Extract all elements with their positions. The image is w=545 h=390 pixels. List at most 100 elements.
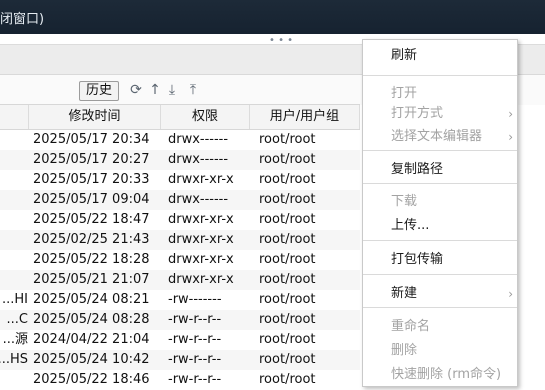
menu-item-label: 复制路径 <box>391 162 444 177</box>
owner-cell: root/root <box>259 332 316 347</box>
table-row[interactable]: 2025/05/22 18:46 -rw-r--r-- root/root <box>0 370 360 390</box>
permissions-cell: -rw-r--r-- <box>168 332 222 347</box>
menu-item[interactable]: 重命名 <box>363 316 517 338</box>
table-row[interactable]: 源... 2024/04/22 21:04 -rw-r--r-- root/root <box>0 330 360 350</box>
table-row[interactable]: HI... 2025/05/24 08:21 -rw------- root/root <box>0 290 360 310</box>
file-name-cell <box>0 150 28 170</box>
menu-item-label: 删除 <box>391 343 418 358</box>
file-table: 修改时间 权限 用户/用户组 2025/05/17 20:34 drwx-----… <box>0 104 360 390</box>
menu-item[interactable]: 刷新 <box>363 45 517 67</box>
window-titlebar: 闭窗口) <box>0 0 545 34</box>
menu-item-label: 选择文本编辑器 <box>391 129 483 144</box>
upload-icon[interactable]: ⤒ <box>185 81 201 99</box>
file-name-cell <box>0 270 28 290</box>
owner-cell: root/root <box>259 132 316 147</box>
owner-cell: root/root <box>259 212 316 227</box>
menu-separator <box>363 183 517 184</box>
col-header-owner[interactable]: 用户/用户组 <box>250 105 360 129</box>
owner-cell: root/root <box>259 292 316 307</box>
owner-cell: root/root <box>259 252 316 267</box>
file-name-cell <box>0 190 28 210</box>
permissions-cell: drwxr-xr-x <box>168 252 234 267</box>
file-name-cell <box>0 250 28 270</box>
file-name-cell: HI... <box>1 292 28 307</box>
permissions-cell: drwxr-xr-x <box>168 212 234 227</box>
table-header: 修改时间 权限 用户/用户组 <box>0 104 360 130</box>
menu-item[interactable]: 复制路径 <box>363 159 517 181</box>
modified-time-cell: 2025/05/22 18:28 <box>33 252 150 267</box>
up-arrow-icon[interactable]: ↑ <box>147 81 163 99</box>
owner-cell: root/root <box>259 192 316 207</box>
menu-item-label: 刷新 <box>391 48 418 63</box>
owner-cell: root/root <box>259 312 316 327</box>
modified-time-cell: 2025/05/17 20:33 <box>33 172 150 187</box>
permissions-cell: -rw-r--r-- <box>168 352 222 367</box>
modified-time-cell: 2024/04/22 21:04 <box>33 332 150 347</box>
permissions-cell: drwxr-xr-x <box>168 232 234 247</box>
permissions-cell: drwx------ <box>168 152 229 167</box>
download-icon[interactable]: ⤓ <box>164 81 180 99</box>
permissions-cell: -rw-r--r-- <box>168 312 222 327</box>
table-row[interactable]: C... 2025/05/24 08:28 -rw-r--r-- root/root <box>0 310 360 330</box>
menu-item[interactable]: 选择文本编辑器 › <box>363 126 517 148</box>
table-row[interactable]: 2025/05/22 18:47 drwxr-xr-x root/root <box>0 210 360 230</box>
table-row[interactable]: 2025/05/17 20:34 drwx------ root/root <box>0 130 360 150</box>
file-name-cell <box>0 370 28 390</box>
owner-cell: root/root <box>259 272 316 287</box>
table-row[interactable]: 2025/05/17 09:04 drwx------ root/root <box>0 190 360 210</box>
menu-item[interactable]: 打开方式 › <box>363 103 517 125</box>
table-row[interactable]: 2025/02/25 21:43 drwxr-xr-x root/root <box>0 230 360 250</box>
refresh-icon[interactable]: ⟳ <box>128 81 144 99</box>
context-menu: 刷新 打开 打开方式 › 选择文本编辑器 › 复制路径 下载 上传... 打包传输 新建 › 重命名 删除… <box>362 39 518 387</box>
menu-item[interactable]: 下载 <box>363 191 517 213</box>
history-button[interactable]: 历史 <box>79 81 119 101</box>
menu-separator <box>363 274 517 275</box>
menu-item-label: 打包传输 <box>391 252 444 267</box>
menu-item-label: 上传... <box>391 218 430 233</box>
modified-time-cell: 2025/05/24 08:28 <box>33 312 150 327</box>
permissions-cell: drwx------ <box>168 192 229 207</box>
permissions-cell: drwxr-xr-x <box>168 272 234 287</box>
modified-time-cell: 2025/05/24 08:21 <box>33 292 150 307</box>
col-header-modified[interactable]: 修改时间 <box>29 105 161 129</box>
col-header-name[interactable] <box>0 105 29 129</box>
file-name-cell <box>0 230 28 250</box>
modified-time-cell: 2025/05/22 18:46 <box>33 372 150 387</box>
menu-item[interactable]: 新建 › <box>363 283 517 305</box>
file-name-cell <box>0 170 28 190</box>
table-row[interactable]: HS... 2025/05/24 10:42 -rw-r--r-- root/root <box>0 350 360 370</box>
menu-item-label: 重命名 <box>391 319 431 334</box>
file-name-cell <box>0 130 28 150</box>
menu-item-label: 打开方式 <box>391 106 444 121</box>
modified-time-cell: 2025/05/22 18:47 <box>33 212 150 227</box>
menu-item[interactable]: 快速删除 (rm命令) <box>363 364 517 386</box>
submenu-arrow-icon: › <box>508 130 513 144</box>
modified-time-cell: 2025/05/24 10:42 <box>33 352 150 367</box>
table-row[interactable]: 2025/05/22 18:28 drwxr-xr-x root/root <box>0 250 360 270</box>
modified-time-cell: 2025/05/17 09:04 <box>33 192 150 207</box>
window-title: 闭窗口) <box>0 12 45 27</box>
table-row[interactable]: 2025/05/17 20:33 drwxr-xr-x root/root <box>0 170 360 190</box>
menu-item[interactable]: 上传... <box>363 215 517 237</box>
menu-separator <box>363 150 517 151</box>
menu-item[interactable]: 打开 <box>363 83 517 105</box>
col-header-permissions[interactable]: 权限 <box>161 105 250 129</box>
table-row[interactable]: 2025/05/21 21:07 drwxr-xr-x root/root <box>0 270 360 290</box>
owner-cell: root/root <box>259 172 316 187</box>
menu-item[interactable]: 打包传输 <box>363 249 517 271</box>
menu-separator <box>363 307 517 308</box>
modified-time-cell: 2025/05/21 21:07 <box>33 272 150 287</box>
permissions-cell: drwx------ <box>168 132 229 147</box>
table-row[interactable]: 2025/05/17 20:27 drwx------ root/root <box>0 150 360 170</box>
owner-cell: root/root <box>259 232 316 247</box>
menu-item-label: 打开 <box>391 86 418 101</box>
permissions-cell: drwxr-xr-x <box>168 172 234 187</box>
file-name-cell <box>0 210 28 230</box>
file-name-cell: C... <box>6 312 28 327</box>
permissions-cell: -rw------- <box>168 292 222 307</box>
menu-item[interactable]: 删除 <box>363 340 517 362</box>
menu-item-label: 快速删除 (rm命令) <box>391 367 502 382</box>
owner-cell: root/root <box>259 372 316 387</box>
menu-separator <box>363 240 517 241</box>
menu-item-label: 下载 <box>391 194 418 209</box>
